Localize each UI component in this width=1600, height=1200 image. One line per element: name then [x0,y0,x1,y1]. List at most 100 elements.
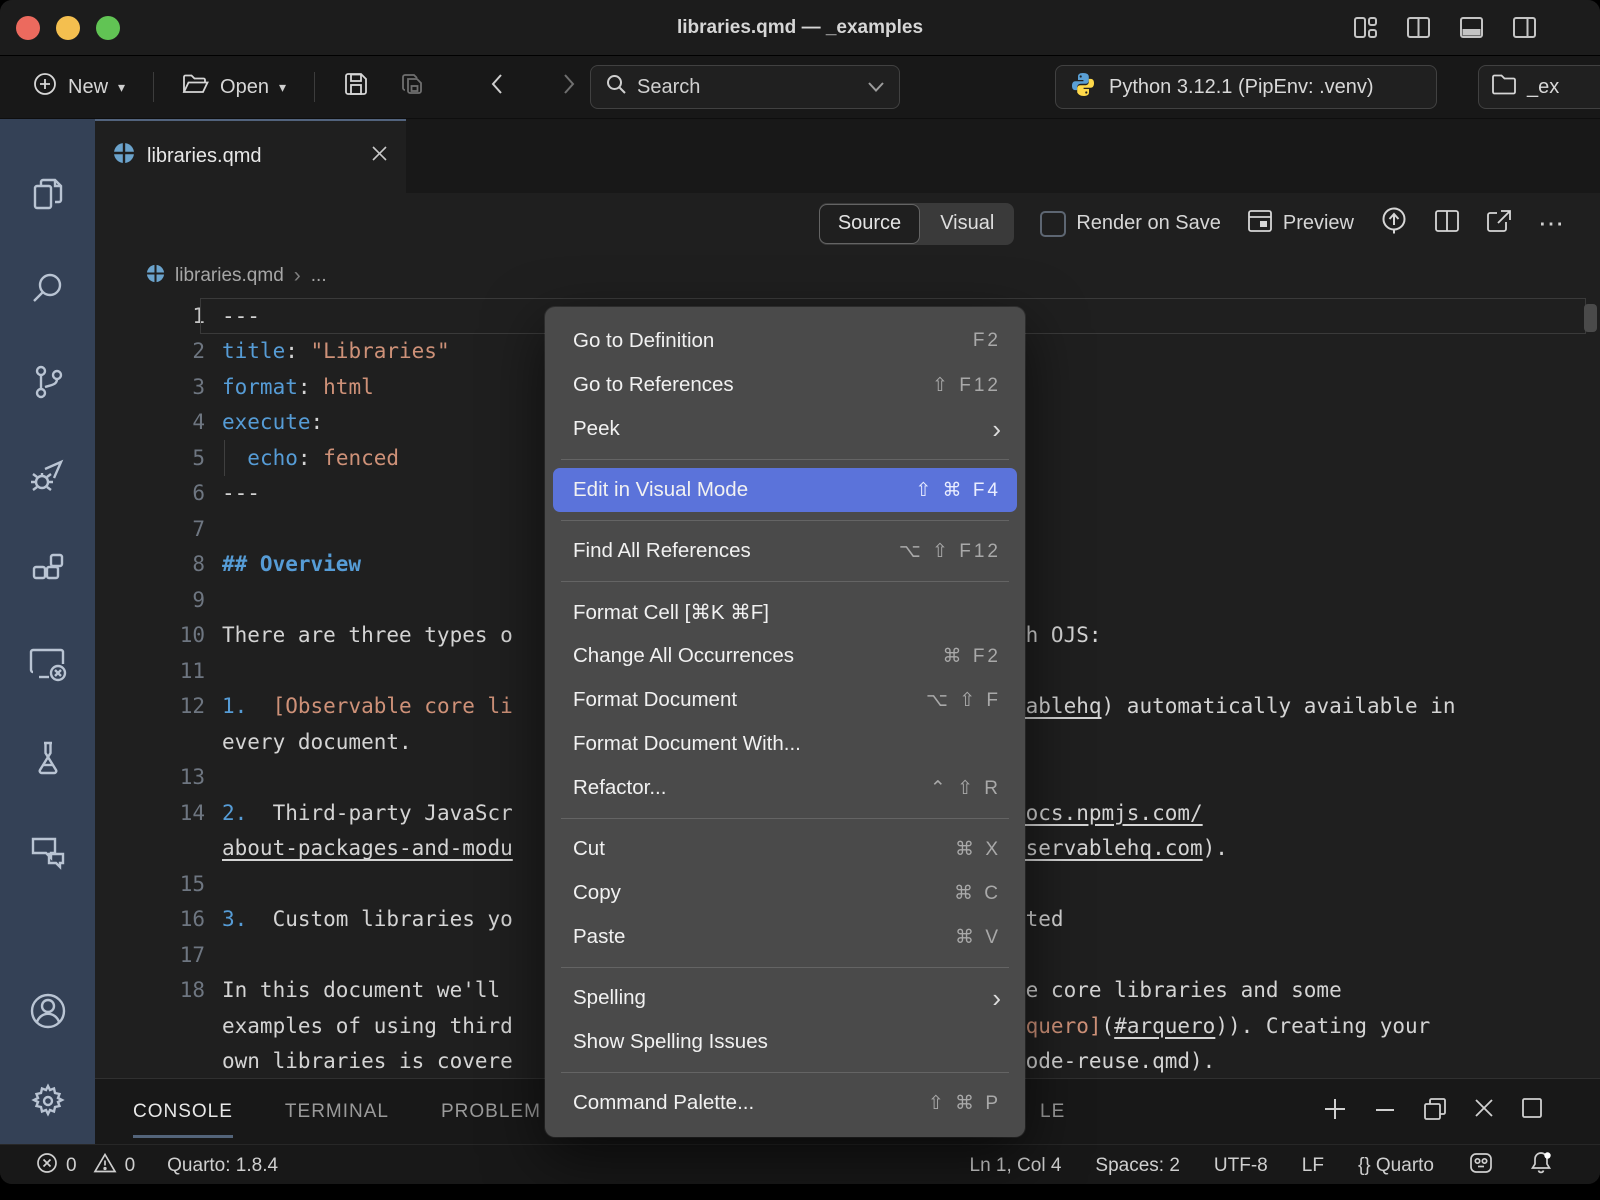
menu-item[interactable]: Format Document With... [553,722,1017,766]
menu-item[interactable]: Refactor...⌃ ⇧ R [553,766,1017,810]
panel-tab-problem[interactable]: PROBLEM [441,1079,541,1144]
testing-icon[interactable] [0,711,95,805]
menu-item[interactable]: Find All References⌥ ⇧ F12 [553,529,1017,573]
line-number[interactable]: 6 [95,481,205,505]
line-number[interactable]: 7 [95,517,205,541]
interpreter-selector-button[interactable]: Python 3.12.1 (PipEnv: .venv) [1055,65,1437,109]
code-token: : [285,339,310,363]
settings-gear-icon[interactable] [0,1058,95,1144]
code-fragment-right: rquero](#arquero)). Creating your [1013,1008,1430,1044]
code-token: --- [222,481,260,505]
explorer-icon[interactable] [0,147,95,241]
source-control-icon[interactable] [0,335,95,429]
feedback-smiley-icon[interactable] [1468,1150,1494,1182]
line-number[interactable]: 1 [95,304,205,328]
navigate-forward-button[interactable] [547,71,589,103]
breadcrumb-more[interactable]: ... [311,265,327,287]
menu-item[interactable]: Change All Occurrences⌘ F2 [553,634,1017,678]
line-number[interactable]: 3 [95,375,205,399]
problems-status-button[interactable]: 0 0 [36,1152,135,1180]
indentation-status[interactable]: Spaces: 2 [1095,1155,1180,1177]
menu-item[interactable]: Show Spelling Issues [553,1020,1017,1064]
remote-explorer-icon[interactable] [0,617,95,711]
source-mode-button[interactable]: Source [819,204,920,244]
render-document-icon[interactable] [1380,206,1408,242]
save-all-button[interactable] [389,71,437,103]
menu-item[interactable]: Spelling› [553,976,1017,1020]
panel-tab-terminal[interactable]: TERMINAL [285,1079,389,1144]
panel-position-icon[interactable] [1520,1096,1544,1128]
line-number[interactable]: 11 [95,659,205,683]
line-number[interactable]: 5 [95,446,205,470]
line-number[interactable]: 10 [95,623,205,647]
navigate-back-button[interactable] [477,71,519,103]
open-in-new-window-icon[interactable] [1486,209,1512,239]
new-button[interactable]: New ▾ [22,71,135,103]
panel-close-icon[interactable] [1472,1096,1496,1128]
preview-button[interactable]: Preview [1247,209,1354,239]
breadcrumb-file[interactable]: libraries.qmd [175,265,284,287]
new-label: New [68,76,108,99]
split-editor-layout-icon[interactable] [1405,14,1432,41]
line-number[interactable]: 9 [95,588,205,612]
workspace-folder-button[interactable]: _ex [1478,65,1600,109]
panel-tab-console[interactable]: CONSOLE [133,1079,233,1144]
global-search-box[interactable]: Search [590,65,900,109]
search-dropdown-chevron-icon[interactable] [867,76,885,99]
line-number[interactable]: 12 [95,694,205,718]
menu-item[interactable]: Format Document⌥ ⇧ F [553,678,1017,722]
language-mode-status[interactable]: {} Quarto [1358,1155,1434,1177]
panel-add-icon[interactable] [1322,1096,1348,1128]
tab-libraries-qmd[interactable]: libraries.qmd [95,119,406,193]
menu-item[interactable]: Go to References⇧ F12 [553,363,1017,407]
menu-item[interactable]: Peek› [553,407,1017,451]
line-number[interactable]: 13 [95,765,205,789]
split-editor-icon[interactable] [1434,209,1460,239]
line-number[interactable]: 4 [95,410,205,434]
customize-layout-icon[interactable] [1352,14,1379,41]
menu-item[interactable]: Go to DefinitionF2 [553,319,1017,363]
more-actions-icon[interactable]: ⋯ [1538,208,1566,239]
code-token: Third-party JavaScr [273,801,513,825]
breadcrumb[interactable]: libraries.qmd › ... [95,254,1600,298]
notifications-bell-icon[interactable] [1528,1150,1554,1182]
toggle-secondary-sidebar-icon[interactable] [1511,14,1538,41]
eol-status[interactable]: LF [1302,1155,1324,1177]
panel-minimize-icon[interactable] [1372,1096,1398,1128]
render-on-save-checkbox[interactable] [1040,211,1066,237]
tab-label: libraries.qmd [147,145,261,168]
menu-item[interactable]: Format Cell [⌘K ⌘F] [553,590,1017,634]
line-number[interactable]: 15 [95,872,205,896]
menu-shortcut: ⌘ F2 [943,645,1001,668]
line-number[interactable]: 16 [95,907,205,931]
panel-restore-icon[interactable] [1422,1096,1448,1128]
menu-item[interactable]: Cut⌘ X [553,827,1017,871]
panel-tab-fragment[interactable]: LE [1040,1101,1065,1123]
line-number[interactable]: 14 [95,801,205,825]
toggle-panel-icon[interactable] [1458,14,1485,41]
line-number[interactable]: 8 [95,552,205,576]
menu-item[interactable]: Copy⌘ C [553,871,1017,915]
close-tab-icon[interactable] [371,145,388,168]
code-fragment-right: vablehq) automatically available in [1013,689,1456,725]
cursor-position-status[interactable]: Ln 1, Col 4 [970,1155,1062,1177]
line-number[interactable]: 18 [95,978,205,1002]
run-debug-icon[interactable] [0,429,95,523]
search-sidebar-icon[interactable] [0,241,95,335]
menu-item[interactable]: Command Palette...⇧ ⌘ P [553,1081,1017,1125]
quarto-version-status[interactable]: Quarto: 1.8.4 [167,1155,278,1177]
line-number[interactable]: 2 [95,339,205,363]
visual-mode-button[interactable]: Visual [920,212,1014,235]
encoding-status[interactable]: UTF-8 [1214,1155,1268,1177]
account-icon[interactable] [0,964,95,1058]
save-button[interactable] [333,71,379,103]
menu-item-label: Copy [573,881,621,905]
open-button[interactable]: Open ▾ [172,72,296,102]
menu-item[interactable]: Edit in Visual Mode⇧ ⌘ F4 [553,468,1017,512]
menu-shortcut: ⌘ V [955,926,1001,949]
menu-item[interactable]: Paste⌘ V [553,915,1017,959]
comments-icon[interactable] [0,805,95,899]
extensions-icon[interactable] [0,523,95,617]
line-number[interactable]: 17 [95,943,205,967]
menu-item-label: Edit in Visual Mode [573,478,748,502]
